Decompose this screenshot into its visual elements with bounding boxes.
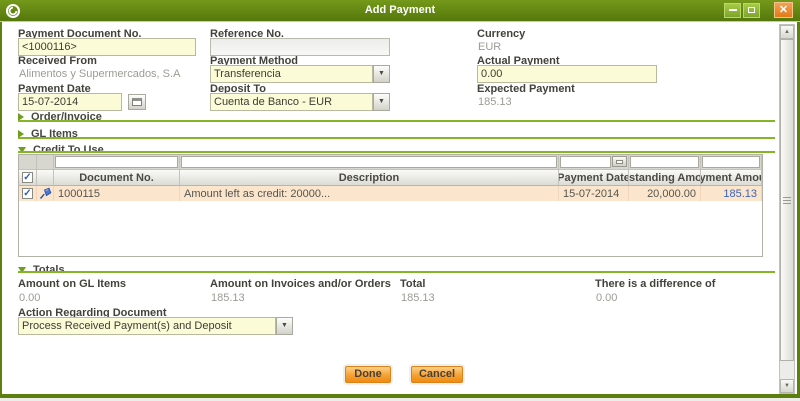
amount-invoices-value: 185.13 xyxy=(211,292,245,304)
minimize-icon xyxy=(729,9,737,11)
filter-cell-icon xyxy=(37,155,54,170)
done-button[interactable]: Done xyxy=(345,366,391,383)
filter-cell-description xyxy=(180,155,559,170)
filter-options-button[interactable] xyxy=(612,156,627,167)
filter-cell-document-no xyxy=(54,155,180,170)
grid-header-row: ✓ Document No. Description Payment Date … xyxy=(19,170,762,186)
payment-amount-link[interactable]: 185.13 xyxy=(723,188,757,200)
currency-value: EUR xyxy=(478,41,501,53)
column-header-description[interactable]: Description xyxy=(180,170,559,186)
action-dropdown-button[interactable]: ▼ xyxy=(276,317,293,335)
amount-gl-items-value: 0.00 xyxy=(19,292,40,304)
pin-icon xyxy=(39,187,52,200)
icon-header-cell xyxy=(37,170,54,186)
add-payment-dialog: Add Payment ✕ Payment Document No. Refer… xyxy=(0,0,800,401)
amount-invoices-label: Amount on Invoices and/or Orders xyxy=(210,278,391,290)
deposit-to-input[interactable] xyxy=(210,93,373,111)
action-regarding-document-combo: ▼ xyxy=(18,317,293,335)
select-all-checkbox[interactable]: ✓ xyxy=(22,172,33,183)
maximize-button[interactable] xyxy=(743,3,760,18)
section-divider xyxy=(18,137,775,139)
cell-payment-date: 15-07-2014 xyxy=(559,186,629,201)
document-no-filter-input[interactable] xyxy=(55,156,178,168)
section-divider xyxy=(18,120,775,122)
section-totals-label: Totals xyxy=(33,264,65,276)
total-value: 185.13 xyxy=(401,292,435,304)
amount-gl-items-label: Amount on GL Items xyxy=(18,278,126,290)
deposit-to-dropdown-button[interactable]: ▼ xyxy=(373,93,390,111)
reference-no-input[interactable] xyxy=(210,38,390,56)
chevron-down-icon: ▼ xyxy=(281,322,288,329)
cancel-button[interactable]: Cancel xyxy=(411,366,463,383)
section-order-invoice[interactable]: Order/Invoice xyxy=(18,108,102,120)
maximize-icon xyxy=(748,7,755,13)
filter-cell-payment-amount xyxy=(701,155,762,170)
chevron-down-icon: ▼ xyxy=(378,70,385,77)
dialog-titlebar: Add Payment ✕ xyxy=(0,0,800,22)
filter-funnel-icon xyxy=(616,160,623,164)
difference-value: 0.00 xyxy=(596,292,617,304)
expected-payment-value: 185.13 xyxy=(478,96,512,108)
currency-label: Currency xyxy=(477,28,525,40)
filter-cell-payment-date xyxy=(559,155,629,170)
row-icon-cell xyxy=(37,186,54,201)
received-from-value: Alimentos y Supermercados, S.A xyxy=(19,68,180,80)
description-filter-input[interactable] xyxy=(181,156,557,168)
dialog-title: Add Payment xyxy=(0,4,800,16)
chevron-down-icon: ▼ xyxy=(378,98,385,105)
scroll-up-button[interactable]: ▲ xyxy=(780,25,794,39)
window-border-left xyxy=(0,22,2,401)
calendar-picker-button[interactable] xyxy=(128,94,146,110)
row-select-cell: ✓ xyxy=(19,186,37,201)
column-header-payment-date[interactable]: Payment Date xyxy=(559,170,629,186)
select-all-header-cell: ✓ xyxy=(19,170,37,186)
cell-payment-amount: 185.13 xyxy=(701,186,762,201)
difference-label: There is a difference of xyxy=(595,278,715,290)
actual-payment-input[interactable] xyxy=(477,65,657,83)
section-divider xyxy=(18,151,775,153)
payment-method-dropdown-button[interactable]: ▼ xyxy=(373,65,390,83)
section-gl-items[interactable]: GL Items xyxy=(18,125,78,137)
filter-cell-checkbox xyxy=(19,155,37,170)
action-regarding-document-input[interactable] xyxy=(18,317,276,335)
filter-cell-outstanding xyxy=(629,155,701,170)
scroll-down-button[interactable]: ▼ xyxy=(780,379,794,393)
cell-document-no: 1000115 xyxy=(54,186,180,201)
payment-document-no-input[interactable] xyxy=(18,38,196,56)
credit-row[interactable]: ✓ 1000115 Amount left as credit: 20000..… xyxy=(19,186,762,201)
cell-description: Amount left as credit: 20000... xyxy=(180,186,559,201)
close-button[interactable]: ✕ xyxy=(774,2,793,18)
deposit-to-combo: ▼ xyxy=(210,93,390,111)
row-checkbox[interactable]: ✓ xyxy=(22,188,33,199)
scrollbar-grip-icon xyxy=(783,200,791,201)
expected-payment-label: Expected Payment xyxy=(477,83,575,95)
outstanding-filter-input[interactable] xyxy=(630,156,699,168)
column-header-document-no[interactable]: Document No. xyxy=(54,170,180,186)
payment-method-input[interactable] xyxy=(210,65,373,83)
vertical-scrollbar[interactable]: ▲ ▼ xyxy=(779,24,795,394)
column-header-outstanding-amount[interactable]: Outstanding Amount xyxy=(629,170,701,186)
payment-date-filter-input[interactable] xyxy=(560,156,611,168)
minimize-button[interactable] xyxy=(724,3,741,18)
payment-amount-filter-input[interactable] xyxy=(702,156,760,168)
calendar-icon xyxy=(132,98,142,106)
credit-to-use-grid: ✓ Document No. Description Payment Date … xyxy=(18,154,763,257)
total-label: Total xyxy=(400,278,425,290)
scrollbar-thumb[interactable] xyxy=(780,39,794,361)
received-from-label: Received From xyxy=(18,55,97,67)
column-header-payment-amount[interactable]: Payment Amount xyxy=(701,170,762,186)
grid-filter-row xyxy=(19,155,762,170)
cell-outstanding-amount: 20,000.00 xyxy=(629,186,701,201)
payment-method-combo: ▼ xyxy=(210,65,390,83)
section-divider xyxy=(18,271,775,273)
